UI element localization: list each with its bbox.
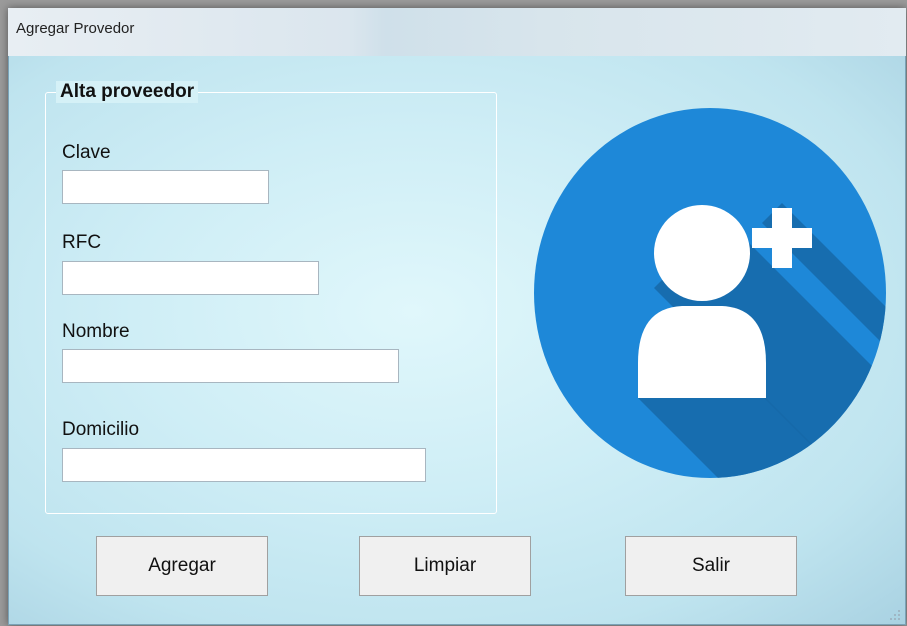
clave-label: Clave xyxy=(62,142,111,163)
window-title: Agregar Provedor xyxy=(16,20,135,37)
person-head xyxy=(654,205,750,301)
form-client-area: Alta proveedor Clave RFC Nombre Domicili… xyxy=(8,56,906,625)
rfc-field[interactable] xyxy=(62,261,319,295)
salir-button[interactable]: Salir xyxy=(625,536,797,596)
domicilio-label: Domicilio xyxy=(62,419,140,440)
rfc-label: RFC xyxy=(62,232,102,253)
limpiar-button[interactable]: Limpiar xyxy=(359,536,531,596)
nombre-label: Nombre xyxy=(62,321,130,342)
resize-grip-icon[interactable] xyxy=(889,608,901,620)
agregar-provedor-window: Agregar Provedor Alta proveedor Clave RF… xyxy=(8,8,906,625)
add-user-icon xyxy=(534,108,886,478)
title-bar[interactable]: Agregar Provedor xyxy=(8,8,906,57)
domicilio-field[interactable] xyxy=(62,448,426,482)
person-body xyxy=(638,306,766,398)
plus-horizontal xyxy=(752,228,812,248)
nombre-field[interactable] xyxy=(62,349,399,383)
clave-field[interactable] xyxy=(62,170,269,204)
agregar-button[interactable]: Agregar xyxy=(96,536,268,596)
group-title: Alta proveedor xyxy=(56,81,199,103)
